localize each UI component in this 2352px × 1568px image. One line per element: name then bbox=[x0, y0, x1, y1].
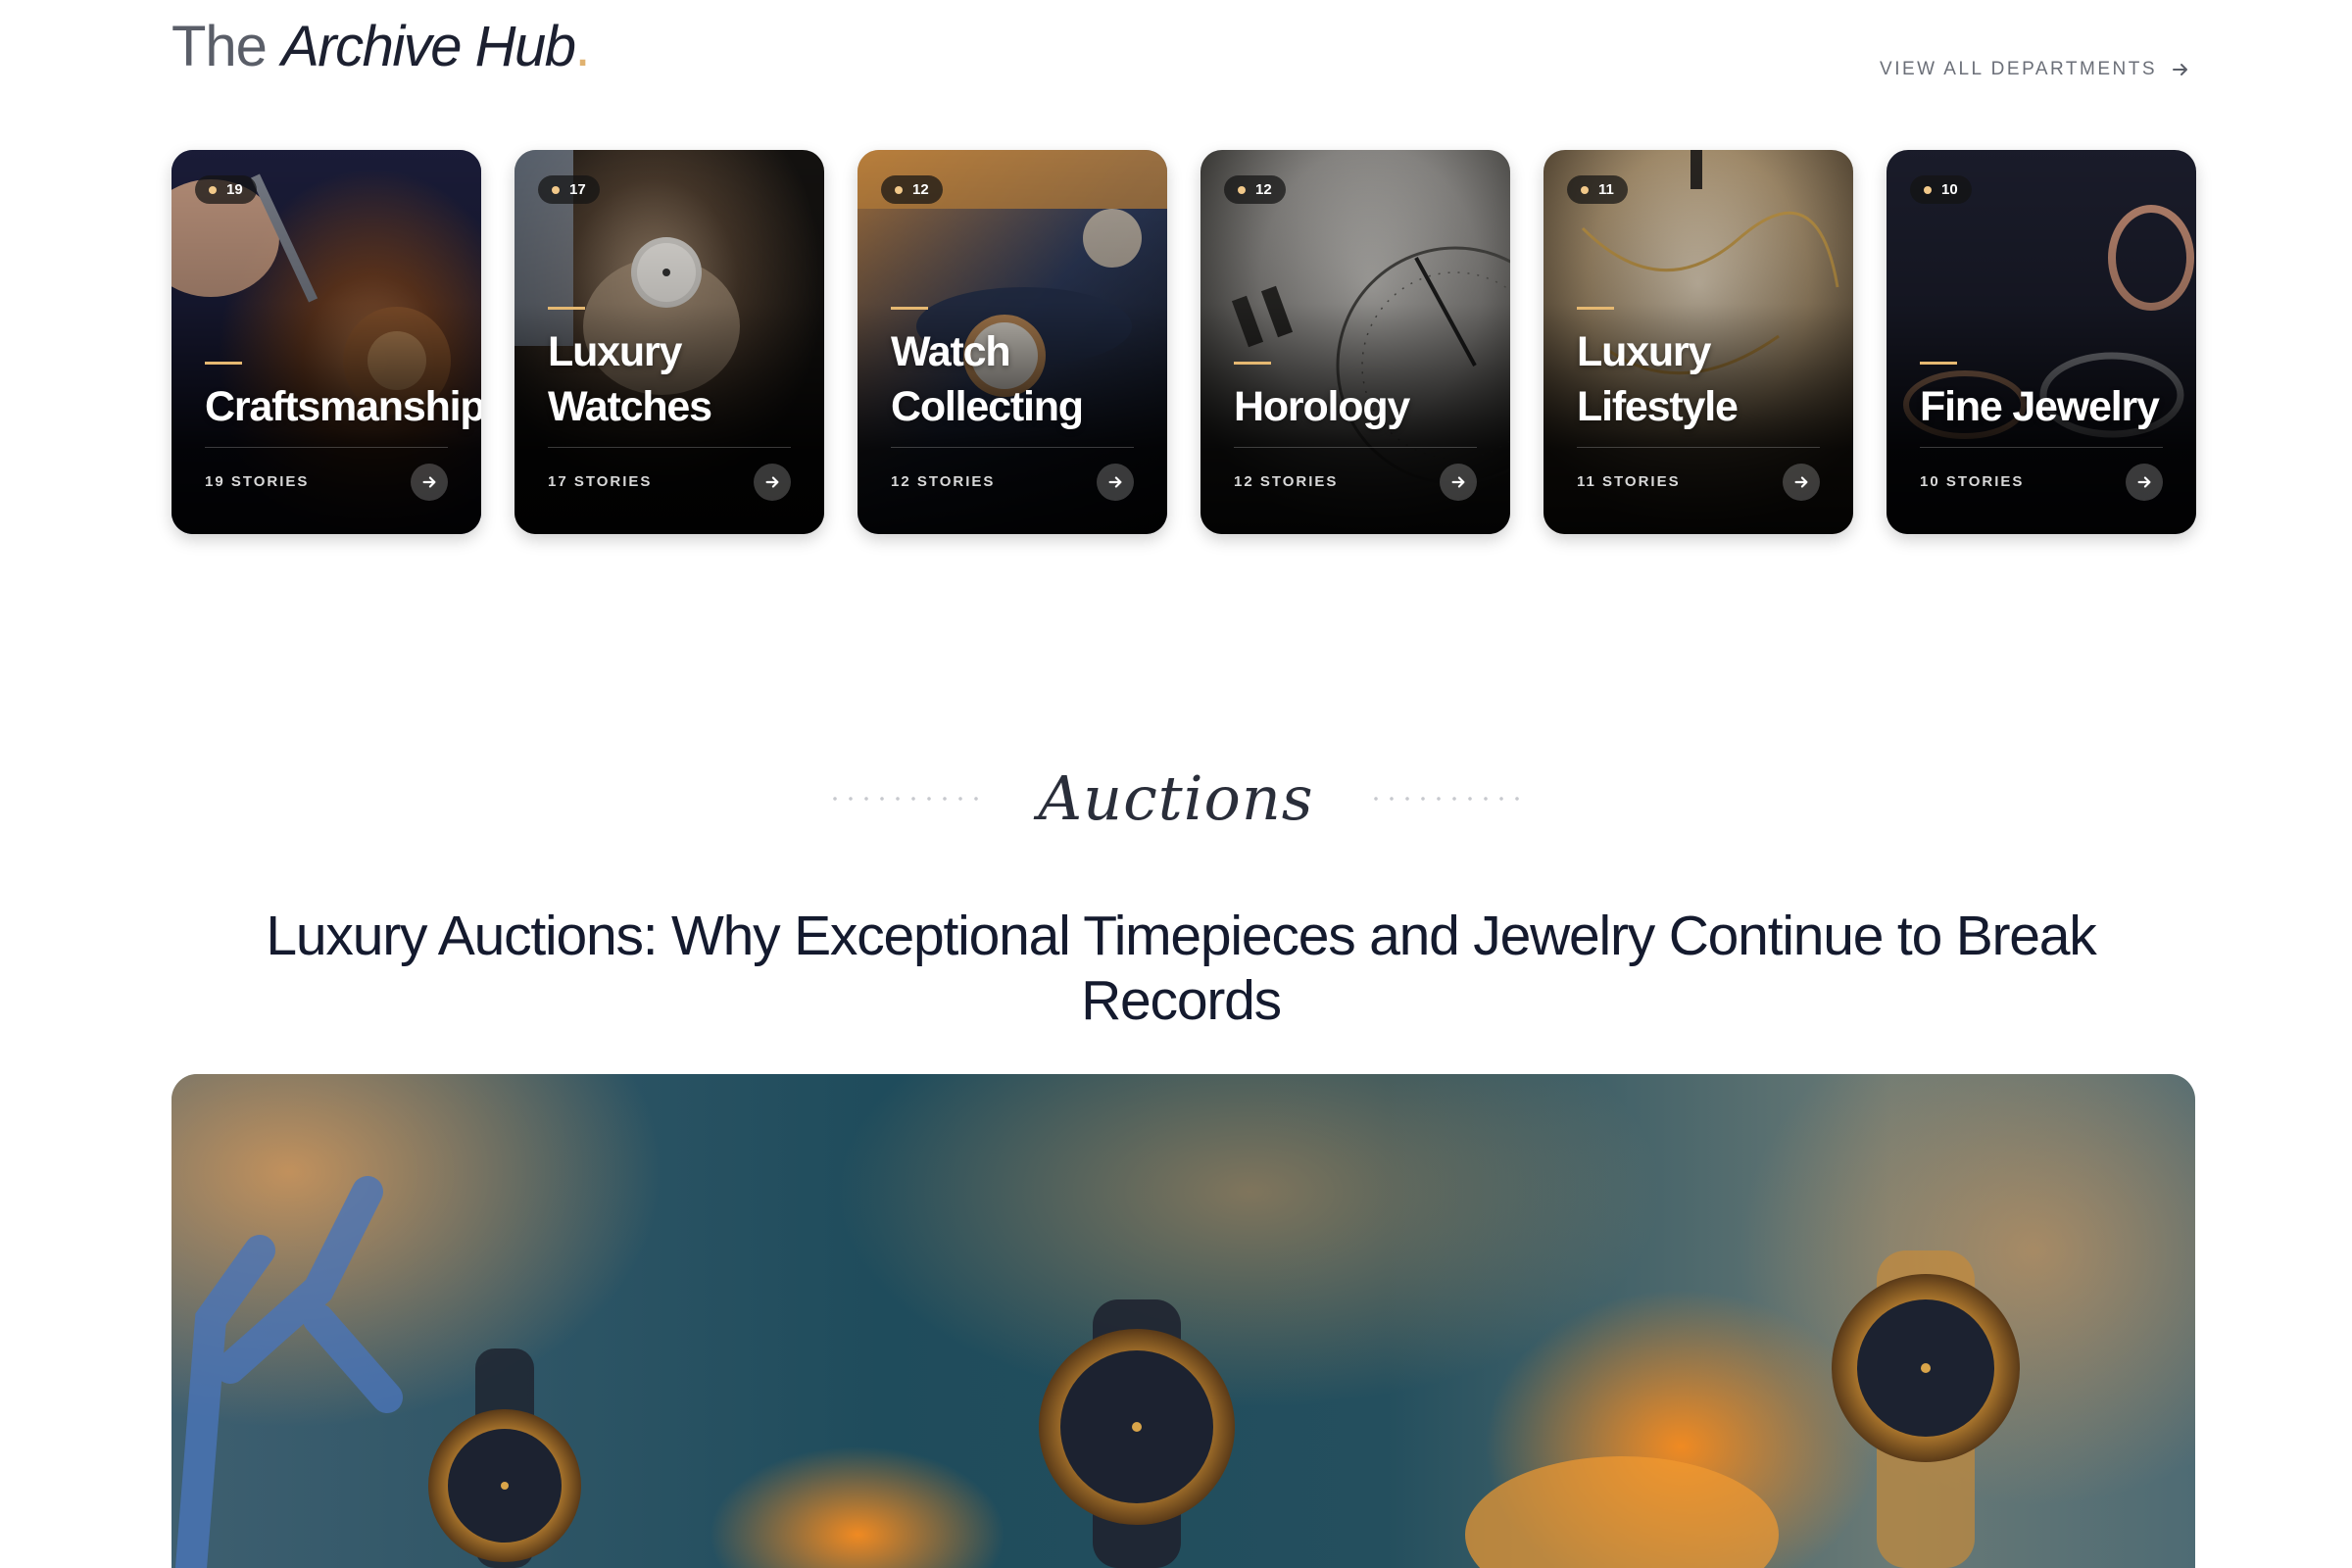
divider bbox=[1920, 447, 2163, 448]
department-card-fine-jewelry[interactable]: 10 Fine Jewelry 10 STORIES bbox=[1886, 150, 2196, 534]
arrow-right-icon bbox=[422, 476, 436, 488]
story-count-badge: 11 bbox=[1567, 175, 1628, 204]
open-department-button[interactable] bbox=[411, 464, 448, 501]
story-count-badge: 19 bbox=[195, 175, 257, 204]
department-card-watch-collecting[interactable]: 12 Watch Collecting 12 STORIES bbox=[858, 150, 1167, 534]
department-name: Craftsmanship bbox=[205, 383, 481, 430]
stories-count: 12 STORIES bbox=[1234, 473, 1339, 490]
accent-line bbox=[1920, 362, 1957, 365]
divider bbox=[1234, 447, 1477, 448]
department-card-craftsmanship[interactable]: 19 Craftsmanship 19 STORIES bbox=[172, 150, 481, 534]
department-card-horology[interactable]: 12 Horology 12 STORIES bbox=[1200, 150, 1510, 534]
article-headline[interactable]: Luxury Auctions: Why Exceptional Timepie… bbox=[172, 904, 2190, 1033]
title-prefix: The bbox=[172, 15, 268, 78]
section-label-auctions: Auctions bbox=[0, 762, 2352, 834]
page-title: The Archive Hub. bbox=[172, 14, 591, 79]
open-department-button[interactable] bbox=[754, 464, 791, 501]
open-department-button[interactable] bbox=[1097, 464, 1134, 501]
accent-line bbox=[1577, 307, 1614, 310]
department-name: Luxury Watches bbox=[548, 328, 712, 430]
open-department-button[interactable] bbox=[1783, 464, 1820, 501]
department-card-luxury-lifestyle[interactable]: 11 Luxury Lifestyle 11 STORIES bbox=[1544, 150, 1853, 534]
divider bbox=[548, 447, 791, 448]
dotted-divider-left bbox=[827, 796, 985, 801]
accent-line bbox=[548, 307, 585, 310]
hero-photo bbox=[172, 1074, 2195, 1568]
department-card-luxury-watches[interactable]: 17 Luxury Watches 17 STORIES bbox=[514, 150, 824, 534]
arrow-right-icon bbox=[1451, 476, 1465, 488]
title-main: Archive Hub bbox=[281, 15, 576, 78]
divider bbox=[1577, 447, 1820, 448]
arrow-right-icon bbox=[2137, 476, 2151, 488]
story-count-badge: 12 bbox=[1224, 175, 1286, 204]
arrow-right-icon bbox=[2173, 64, 2187, 75]
open-department-button[interactable] bbox=[2126, 464, 2163, 501]
stories-count: 10 STORIES bbox=[1920, 473, 2025, 490]
department-name: Fine Jewelry bbox=[1920, 383, 2160, 430]
story-count-badge: 17 bbox=[538, 175, 600, 204]
section-label-text: Auctions bbox=[1038, 762, 1314, 834]
view-all-label: VIEW ALL DEPARTMENTS bbox=[1880, 59, 2157, 79]
stories-count: 17 STORIES bbox=[548, 473, 653, 490]
dotted-divider-right bbox=[1367, 796, 1525, 801]
arrow-right-icon bbox=[1794, 476, 1808, 488]
accent-line bbox=[891, 307, 928, 310]
accent-line bbox=[205, 362, 242, 365]
divider bbox=[891, 447, 1134, 448]
divider bbox=[205, 447, 448, 448]
title-dot: . bbox=[574, 15, 591, 78]
page: The Archive Hub. VIEW ALL DEPARTMENTS 19… bbox=[0, 0, 2352, 1568]
department-name: Luxury Lifestyle bbox=[1577, 328, 1739, 430]
stories-count: 11 STORIES bbox=[1577, 473, 1681, 490]
view-all-departments-link[interactable]: VIEW ALL DEPARTMENTS bbox=[1880, 59, 2190, 80]
story-count-badge: 12 bbox=[881, 175, 943, 204]
department-cards: 19 Craftsmanship 19 STORIES 17 Luxury Wa… bbox=[172, 150, 2196, 534]
open-department-button[interactable] bbox=[1440, 464, 1477, 501]
arrow-right-icon bbox=[765, 476, 779, 488]
accent-line bbox=[1234, 362, 1271, 365]
story-count-badge: 10 bbox=[1910, 175, 1972, 204]
arrow-right-icon bbox=[1108, 476, 1122, 488]
stories-count: 19 STORIES bbox=[205, 473, 310, 490]
article-hero-image[interactable] bbox=[172, 1074, 2195, 1568]
department-name: Horology bbox=[1234, 383, 1410, 430]
stories-count: 12 STORIES bbox=[891, 473, 996, 490]
department-name: Watch Collecting bbox=[891, 328, 1084, 430]
